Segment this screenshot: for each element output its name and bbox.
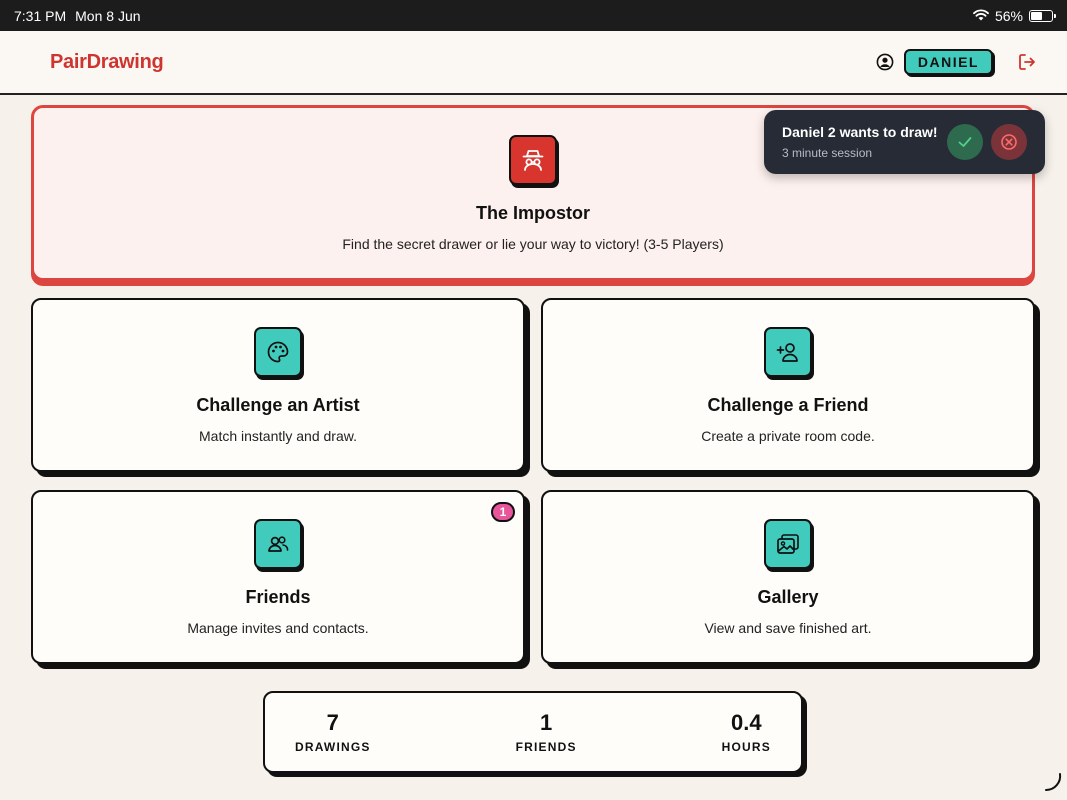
stat-hours: 0.4 HOURS	[722, 710, 771, 754]
gallery-icon	[764, 518, 812, 569]
gallery-description: View and save finished art.	[704, 619, 872, 636]
spy-icon	[509, 134, 557, 185]
stat-friends: 1 FRIENDS	[516, 710, 577, 754]
app-header: PairDrawing DANIEL	[0, 31, 1067, 95]
challenge-artist-description: Match instantly and draw.	[199, 427, 357, 444]
accept-button[interactable]	[947, 124, 983, 160]
friends-description: Manage invites and contacts.	[187, 619, 369, 636]
toast-title: Daniel 2 wants to draw!	[782, 124, 938, 140]
wifi-icon	[973, 8, 989, 24]
status-time: 7:31 PM	[14, 7, 67, 24]
status-bar: 7:31 PM Mon 8 Jun 56%	[0, 0, 1067, 31]
app-logo[interactable]: PairDrawing	[50, 51, 164, 74]
friends-title: Friends	[245, 586, 311, 607]
stat-drawings: 7 DRAWINGS	[295, 710, 371, 754]
toast-subtitle: 3 minute session	[782, 146, 873, 160]
add-user-icon	[764, 326, 812, 377]
user-name-button[interactable]: DANIEL	[903, 49, 993, 75]
status-date: Mon 8 Jun	[75, 7, 141, 24]
stat-label: FRIENDS	[515, 740, 577, 754]
impostor-title: The Impostor	[475, 202, 590, 223]
gallery-card[interactable]: Gallery View and save finished art.	[541, 490, 1035, 664]
friends-notification-badge: 1	[491, 502, 515, 522]
loading-spinner-icon	[1040, 770, 1064, 794]
challenge-friend-card[interactable]: Challenge a Friend Create a private room…	[541, 298, 1035, 472]
palette-icon	[254, 326, 302, 377]
users-icon	[254, 518, 302, 569]
logout-icon[interactable]	[1017, 52, 1037, 72]
decline-button[interactable]	[991, 124, 1027, 160]
profile-icon[interactable]	[876, 53, 894, 71]
battery-percent: 56%	[994, 7, 1023, 24]
stat-value: 7	[326, 710, 339, 735]
draw-request-toast: Daniel 2 wants to draw! 3 minute session	[764, 110, 1045, 174]
stats-panel: 7 DRAWINGS 1 FRIENDS 0.4 HOURS	[263, 691, 803, 773]
stat-label: HOURS	[721, 740, 771, 754]
challenge-artist-card[interactable]: Challenge an Artist Match instantly and …	[31, 298, 525, 472]
friends-card[interactable]: 1 Friends Manage invites and contacts.	[31, 490, 525, 664]
challenge-artist-title: Challenge an Artist	[196, 394, 360, 415]
stat-value: 1	[540, 710, 553, 735]
close-icon	[1001, 134, 1017, 150]
impostor-description: Find the secret drawer or lie your way t…	[342, 235, 724, 252]
check-icon	[958, 137, 972, 147]
battery-icon	[1029, 9, 1056, 22]
gallery-title: Gallery	[757, 586, 819, 607]
stat-value: 0.4	[731, 710, 762, 735]
challenge-friend-title: Challenge a Friend	[707, 394, 869, 415]
challenge-friend-description: Create a private room code.	[701, 427, 875, 444]
stat-label: DRAWINGS	[295, 740, 371, 754]
